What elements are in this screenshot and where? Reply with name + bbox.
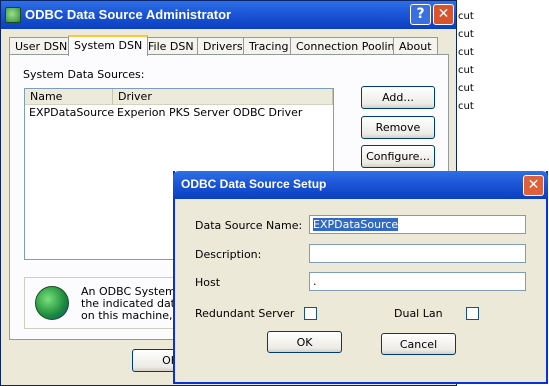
background-list: cut cut cut cut cut cut bbox=[458, 8, 474, 116]
configure-button[interactable]: Configure... bbox=[361, 145, 435, 168]
setup-close-button[interactable]: ✕ bbox=[523, 175, 544, 196]
dsn-value: EXPDataSource bbox=[313, 218, 399, 231]
setup-ok-button[interactable]: OK bbox=[267, 331, 342, 353]
setup-titlebar[interactable]: ODBC Data Source Setup ✕ bbox=[173, 171, 548, 199]
setup-cancel-button[interactable]: Cancel bbox=[381, 333, 456, 355]
row-driver: Experion PKS Server ODBC Driver bbox=[117, 106, 303, 119]
description-label: Description: bbox=[195, 248, 262, 261]
remove-button[interactable]: Remove bbox=[361, 116, 435, 139]
admin-title: ODBC Data Source Administrator bbox=[25, 7, 232, 22]
tab-file-dsn[interactable]: File DSN bbox=[142, 37, 200, 55]
setup-title: ODBC Data Source Setup bbox=[181, 177, 327, 191]
dual-lan-checkbox[interactable] bbox=[466, 307, 479, 320]
redundant-server-label: Redundant Server bbox=[195, 307, 295, 320]
background-item: cut bbox=[458, 11, 474, 22]
tab-drivers[interactable]: Drivers bbox=[197, 37, 249, 55]
dual-lan-label: Dual Lan bbox=[394, 307, 443, 320]
column-header-name[interactable]: Name bbox=[25, 89, 113, 105]
row-name: EXPDataSource bbox=[29, 106, 115, 119]
host-field[interactable]: . bbox=[309, 272, 526, 291]
odbc-app-icon bbox=[5, 7, 21, 23]
description-field[interactable] bbox=[309, 244, 526, 263]
admin-titlebar[interactable]: ODBC Data Source Administrator ? ✕ bbox=[1, 1, 456, 29]
globe-icon bbox=[35, 286, 69, 320]
tab-about[interactable]: About bbox=[393, 37, 438, 55]
list-header: Name Driver bbox=[25, 89, 333, 105]
section-label: System Data Sources: bbox=[23, 68, 145, 81]
background-item: cut bbox=[458, 65, 474, 76]
column-header-driver[interactable]: Driver bbox=[113, 89, 333, 105]
background-item: cut bbox=[458, 101, 474, 112]
background-item: cut bbox=[458, 29, 474, 40]
tab-connection-pooling[interactable]: Connection Pooling bbox=[290, 37, 408, 55]
dsn-label: Data Source Name: bbox=[195, 219, 303, 232]
dsn-field[interactable]: EXPDataSource bbox=[309, 215, 526, 234]
help-button[interactable]: ? bbox=[410, 4, 431, 25]
redundant-server-checkbox[interactable] bbox=[304, 307, 317, 320]
tab-user-dsn[interactable]: User DSN bbox=[9, 37, 74, 55]
table-row[interactable]: EXPDataSource Experion PKS Server ODBC D… bbox=[25, 106, 333, 120]
tab-tracing[interactable]: Tracing bbox=[243, 37, 295, 55]
background-item: cut bbox=[458, 47, 474, 58]
tab-system-dsn[interactable]: System DSN bbox=[68, 35, 149, 56]
add-button[interactable]: Add... bbox=[361, 86, 435, 109]
close-button[interactable]: ✕ bbox=[433, 4, 454, 25]
odbc-setup-dialog: ODBC Data Source Setup ✕ Data Source Nam… bbox=[173, 171, 548, 384]
background-item: cut bbox=[458, 83, 474, 94]
host-label: Host bbox=[195, 276, 221, 289]
